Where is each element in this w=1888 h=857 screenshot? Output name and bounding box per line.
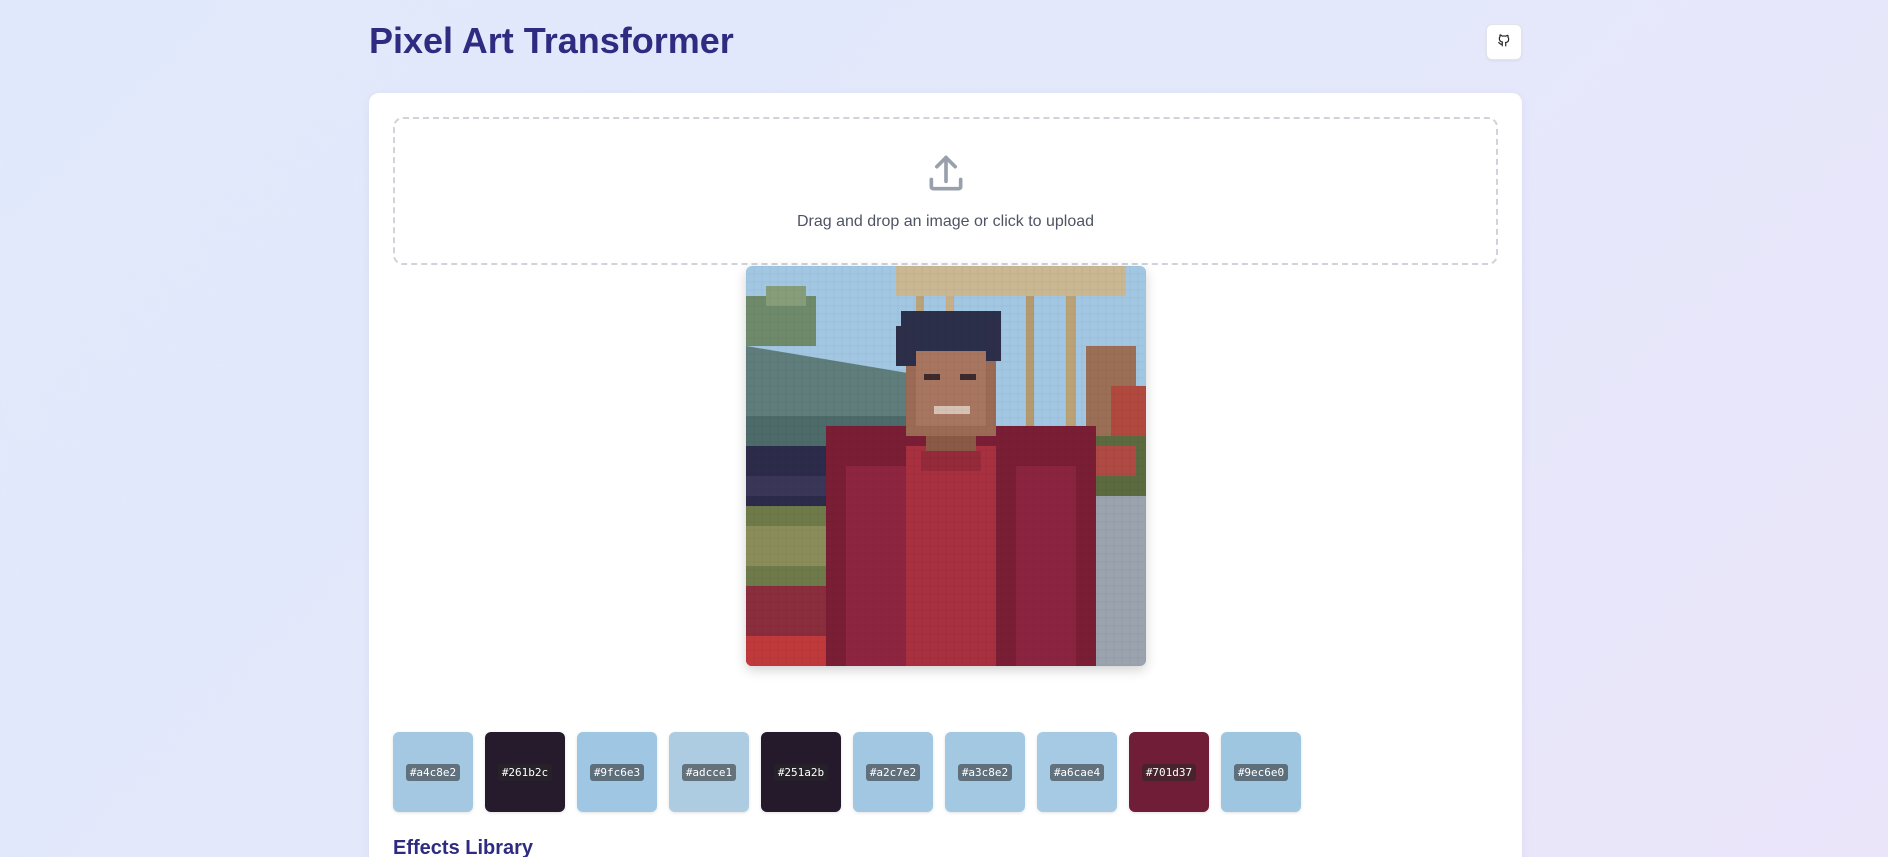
color-swatch[interactable]: #9ec6e0 [1221, 732, 1301, 812]
upload-prompt: Drag and drop an image or click to uploa… [796, 212, 1095, 230]
upload-icon [924, 152, 968, 201]
color-swatch[interactable]: #261b2c [485, 732, 565, 812]
color-swatch[interactable]: #701d37 [1129, 732, 1209, 812]
github-icon [1497, 33, 1511, 52]
pixelated-photo [746, 266, 1146, 666]
color-swatch[interactable]: #a2c7e2 [853, 732, 933, 812]
color-palette: #a4c8e2 #261b2c #9fc6e3 #adcce1 #251a2b #a2c7… [393, 732, 1301, 812]
swatch-hex-label: #261b2c [497, 763, 553, 781]
swatch-hex-label: #a6cae4 [1049, 763, 1105, 781]
swatch-hex-label: #251a2b [773, 763, 829, 781]
color-swatch[interactable]: #251a2b [761, 732, 841, 812]
swatch-hex-label: #9ec6e0 [1233, 763, 1289, 781]
color-swatch[interactable]: #a3c8e2 [945, 732, 1025, 812]
page-title: Pixel Art Transformer [369, 20, 734, 61]
swatch-hex-label: #a3c8e2 [957, 763, 1013, 781]
swatch-hex-label: #a2c7e2 [865, 763, 921, 781]
main-card: Drag and drop an image or click to uploa… [369, 93, 1522, 857]
swatch-hex-label: #9fc6e3 [589, 763, 645, 781]
swatch-hex-label: #adcce1 [681, 763, 737, 781]
color-swatch[interactable]: #9fc6e3 [577, 732, 657, 812]
color-swatch[interactable]: #adcce1 [669, 732, 749, 812]
color-swatch[interactable]: #a6cae4 [1037, 732, 1117, 812]
upload-dropzone[interactable]: Drag and drop an image or click to uploa… [393, 117, 1498, 265]
swatch-hex-label: #701d37 [1141, 763, 1197, 781]
color-swatch[interactable]: #a4c8e2 [393, 732, 473, 812]
pixelated-image-preview [746, 266, 1146, 666]
effects-library-heading: Effects Library [393, 837, 534, 857]
swatch-hex-label: #a4c8e2 [405, 763, 461, 781]
github-button[interactable] [1486, 24, 1522, 60]
